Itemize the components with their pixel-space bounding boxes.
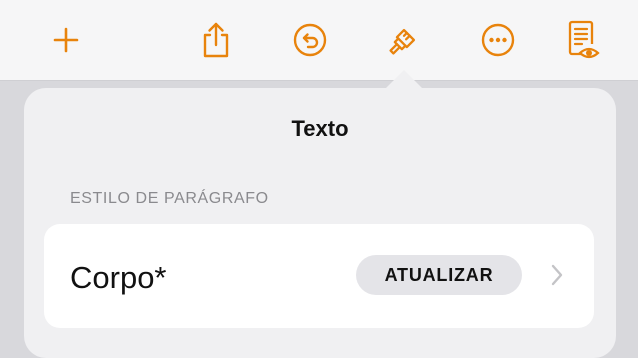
toolbar [0, 0, 638, 81]
undo-button[interactable] [290, 20, 330, 60]
add-button[interactable] [46, 20, 86, 60]
paragraph-style-row[interactable]: Corpo* ATUALIZAR [44, 224, 594, 328]
popover-title: Texto [291, 116, 349, 141]
more-button[interactable] [478, 20, 518, 60]
undo-icon [293, 23, 327, 57]
paragraph-style-name: Corpo* [70, 260, 167, 295]
document-eye-icon [568, 20, 600, 59]
chevron-right-icon [551, 264, 563, 286]
reader-view-button[interactable] [562, 20, 602, 60]
popover-arrow [384, 70, 424, 90]
paragraph-style-section-label: ESTILO DE PARÁGRAFO [70, 190, 269, 207]
update-style-button[interactable]: ATUALIZAR [356, 255, 522, 295]
ellipsis-icon [481, 23, 515, 57]
text-format-popover: Texto ESTILO DE PARÁGRAFO Corpo* ATUALIZ… [24, 88, 616, 358]
share-icon [203, 22, 229, 58]
plus-icon [53, 27, 79, 53]
share-button[interactable] [196, 20, 236, 60]
paintbrush-icon [389, 28, 416, 55]
format-button[interactable] [384, 20, 424, 60]
